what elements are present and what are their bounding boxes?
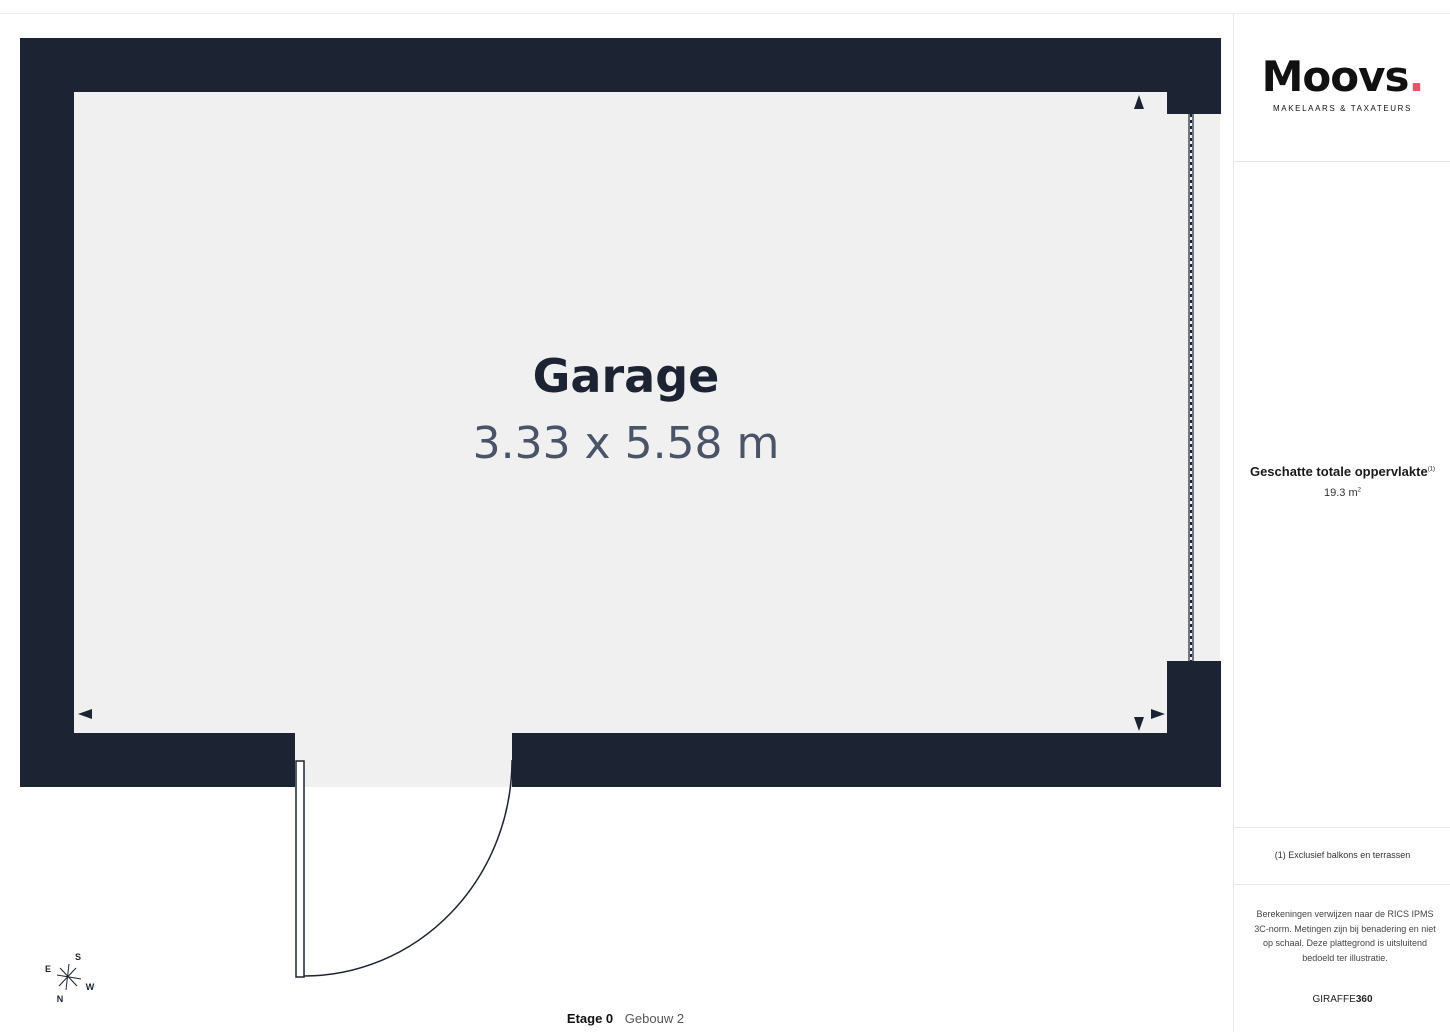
room-dimensions: 3.33 x 5.58 m (473, 418, 780, 469)
logo-wordmark: Moovs. (1234, 54, 1450, 100)
disclaimer-text: Berekeningen verwijzen naar de RICS IPMS… (1254, 909, 1436, 963)
logo-dot: . (1408, 52, 1424, 101)
compass-north-label: N (57, 994, 64, 1004)
divider (1234, 827, 1450, 828)
giraffe360-logo: GIRAFFE360 (1234, 994, 1450, 1005)
compass-south-label: S (75, 952, 81, 962)
brand-suffix: 360 (1355, 994, 1373, 1005)
compass-rose (56, 963, 82, 991)
area-unit-sup: 2 (1357, 487, 1361, 494)
divider (1234, 884, 1450, 885)
info-sidebar: Moovs. MAKELAARS & TAXATEURS Geschatte t… (1233, 14, 1450, 1032)
area-value-text: 19.3 m (1324, 487, 1358, 499)
floor-level: Etage 0 (566, 1011, 614, 1026)
room-name: Garage (533, 349, 720, 403)
floor-caption: Etage 0 Gebouw 2 (0, 1011, 1251, 1026)
building-name: Gebouw 2 (624, 1011, 685, 1026)
area-summary: Geschatte totale oppervlakte(1) 19.3 m2 (1234, 464, 1450, 499)
divider (1234, 161, 1450, 162)
logo-subtitle: MAKELAARS & TAXATEURS (1273, 104, 1412, 113)
room-floor (20, 38, 1220, 787)
brand-prefix: GIRAFFE (1312, 994, 1356, 1005)
compass-east-label: E (45, 964, 51, 974)
entrance-door (295, 759, 513, 978)
moovs-logo: Moovs. MAKELAARS & TAXATEURS (1234, 54, 1450, 114)
area-label-text: Geschatte totale oppervlakte (1249, 464, 1428, 479)
area-value: 19.3 m2 (1234, 487, 1450, 499)
logo-word: Moovs (1261, 52, 1410, 101)
compass-west-label: W (86, 982, 95, 992)
area-footnote: (1) Exclusief balkons en terrassen (1274, 850, 1411, 860)
area-footnote-mark: (1) (1427, 466, 1436, 473)
area-label: Geschatte totale oppervlakte(1) (1234, 464, 1450, 479)
